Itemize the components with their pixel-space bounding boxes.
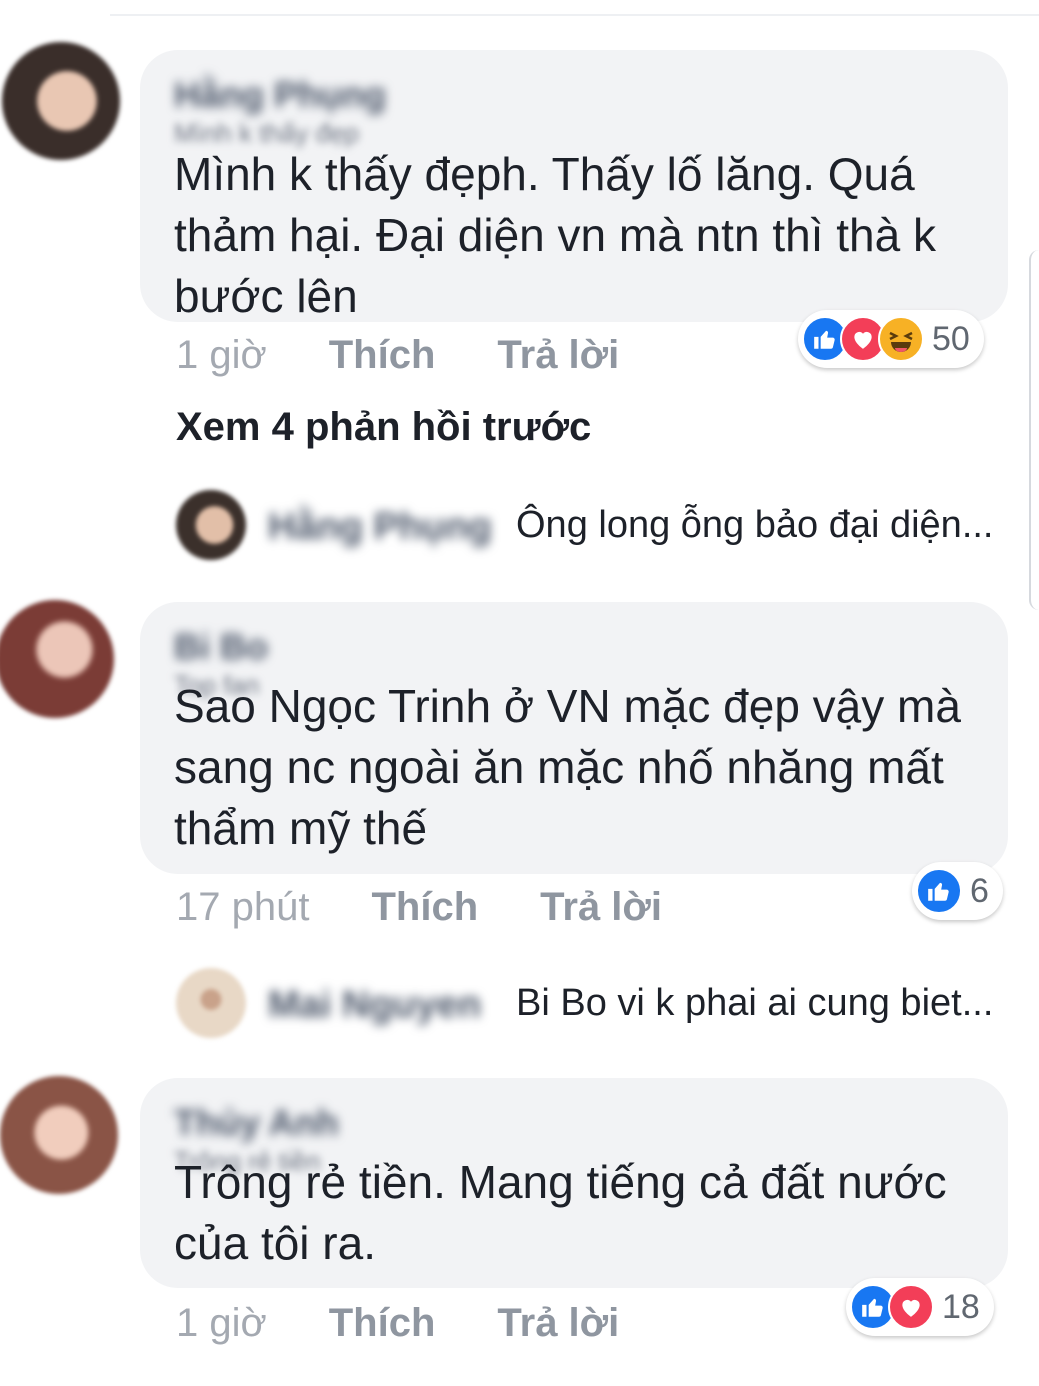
view-previous-replies-link[interactable]: Xem 4 phản hồi trước	[176, 405, 591, 450]
comment-time[interactable]: 1 giờ	[176, 1301, 267, 1346]
comment-author[interactable]: Bi Bo	[174, 626, 268, 668]
comment-text: Sao Ngọc Trinh ở VN mặc đẹp vậy mà sang …	[174, 680, 961, 854]
comment-meta: 1 giờ Thích Trả lời	[176, 330, 619, 380]
reply-button[interactable]: Trả lời	[497, 1301, 619, 1346]
comment-time[interactable]: 17 phút	[176, 885, 309, 930]
comment-bubble: Thủy Anh Trông rẻ tiền Trông rẻ tiền. Ma…	[140, 1078, 1008, 1288]
reply-text: Ông long ỗng bảo đại diện...	[516, 504, 994, 546]
avatar[interactable]	[176, 490, 246, 560]
reaction-count: 6	[970, 871, 989, 910]
comment-meta: 1 giờ Thích Trả lời	[176, 1298, 619, 1348]
reactions-summary[interactable]: 18	[846, 1278, 994, 1336]
reply-preview[interactable]: Mai Nguyen Bi Bo vi k phai ai cung biet.…	[176, 966, 1006, 1046]
comment-author[interactable]: Thủy Anh	[174, 1102, 339, 1144]
comments-page: Hằng Phụng Mình k thấy đẹp Mình k thấy đ…	[0, 0, 1039, 1386]
laughing-face-icon	[878, 316, 924, 362]
reply-button[interactable]: Trả lời	[497, 333, 619, 378]
like-button[interactable]: Thích	[371, 885, 478, 930]
reactions-summary[interactable]: 50	[798, 310, 984, 368]
reply-author[interactable]: Hằng Phụng	[268, 506, 492, 549]
comment-author[interactable]: Hằng Phụng	[174, 74, 386, 116]
reply-button[interactable]: Trả lời	[540, 885, 662, 930]
comment-text: Mình k thấy đẹph. Thấy lố lăng. Quá thảm…	[174, 148, 936, 322]
reaction-count: 50	[932, 319, 970, 358]
reply-author[interactable]: Mai Nguyen	[268, 984, 481, 1027]
like-button[interactable]: Thích	[329, 333, 436, 378]
heart-icon	[888, 1284, 934, 1330]
avatar[interactable]	[0, 1076, 118, 1194]
comment-bubble: Bi Bo Top fan Sao Ngọc Trinh ở VN mặc đẹ…	[140, 602, 1008, 874]
reply-text: Bi Bo vi k phai ai cung biet...	[516, 982, 994, 1024]
reply-preview[interactable]: Hằng Phụng Ông long ỗng bảo đại diện...	[176, 488, 1006, 568]
avatar[interactable]	[2, 42, 120, 160]
thumbs-up-icon	[916, 868, 962, 914]
comment-meta: 17 phút Thích Trả lời	[176, 882, 662, 932]
comment-time[interactable]: 1 giờ	[176, 333, 267, 378]
avatar[interactable]	[0, 600, 114, 718]
comment-bubble: Hằng Phụng Mình k thấy đẹp Mình k thấy đ…	[140, 50, 1008, 322]
scrollbar[interactable]	[1029, 250, 1039, 610]
like-button[interactable]: Thích	[329, 1301, 436, 1346]
avatar[interactable]	[176, 968, 246, 1038]
reaction-count: 18	[942, 1287, 980, 1326]
reactions-summary[interactable]: 6	[912, 862, 1003, 920]
comment-text: Trông rẻ tiền. Mang tiếng cả đất nước củ…	[174, 1156, 947, 1269]
divider	[110, 14, 1039, 16]
